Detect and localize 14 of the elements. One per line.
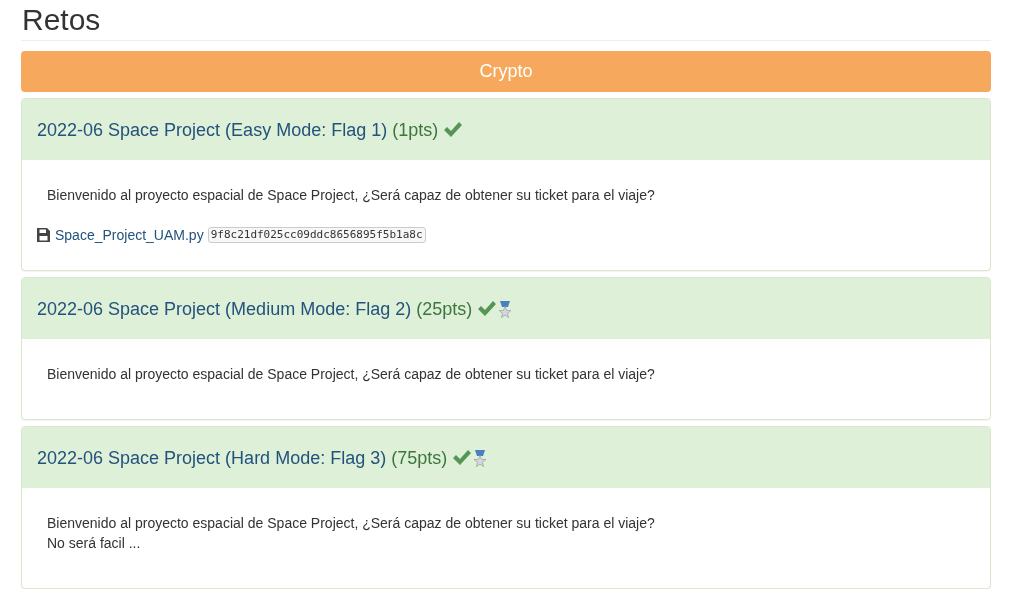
points-label: (1pts) <box>392 120 439 140</box>
description-text: Bienvenido al proyecto espacial de Space Project, ¿Será capaz de obtener su ticket para el viaje? <box>47 514 655 533</box>
points-label: (25pts) <box>416 299 473 319</box>
file-link[interactable]: Space_Project_UAM.py <box>55 227 204 243</box>
points-label: (75pts) <box>391 448 448 468</box>
file-hash: 9f8c21df025cc09ddc8656895f5b1a8c <box>207 227 426 243</box>
description-text: Bienvenido al proyecto espacial de Space Project, ¿Será capaz de obtener su ticket para el viaje? <box>47 365 655 384</box>
challenge-title-link[interactable]: 2022-06 Space Project (Medium Mode: Flag 2) <box>37 299 412 319</box>
challenge-title-link[interactable]: 2022-06 Space Project (Easy Mode: Flag 1) <box>37 120 388 140</box>
description-text: No será facil ... <box>47 534 141 553</box>
category-header: Crypto <box>21 51 991 92</box>
challenge-title-link[interactable]: 2022-06 Space Project (Hard Mode: Flag 3) <box>37 448 387 468</box>
page-title: Retos <box>22 3 101 36</box>
description-text: Bienvenido al proyecto espacial de Space Project, ¿Será capaz de obtener su ticket para el viaje? <box>47 186 655 205</box>
